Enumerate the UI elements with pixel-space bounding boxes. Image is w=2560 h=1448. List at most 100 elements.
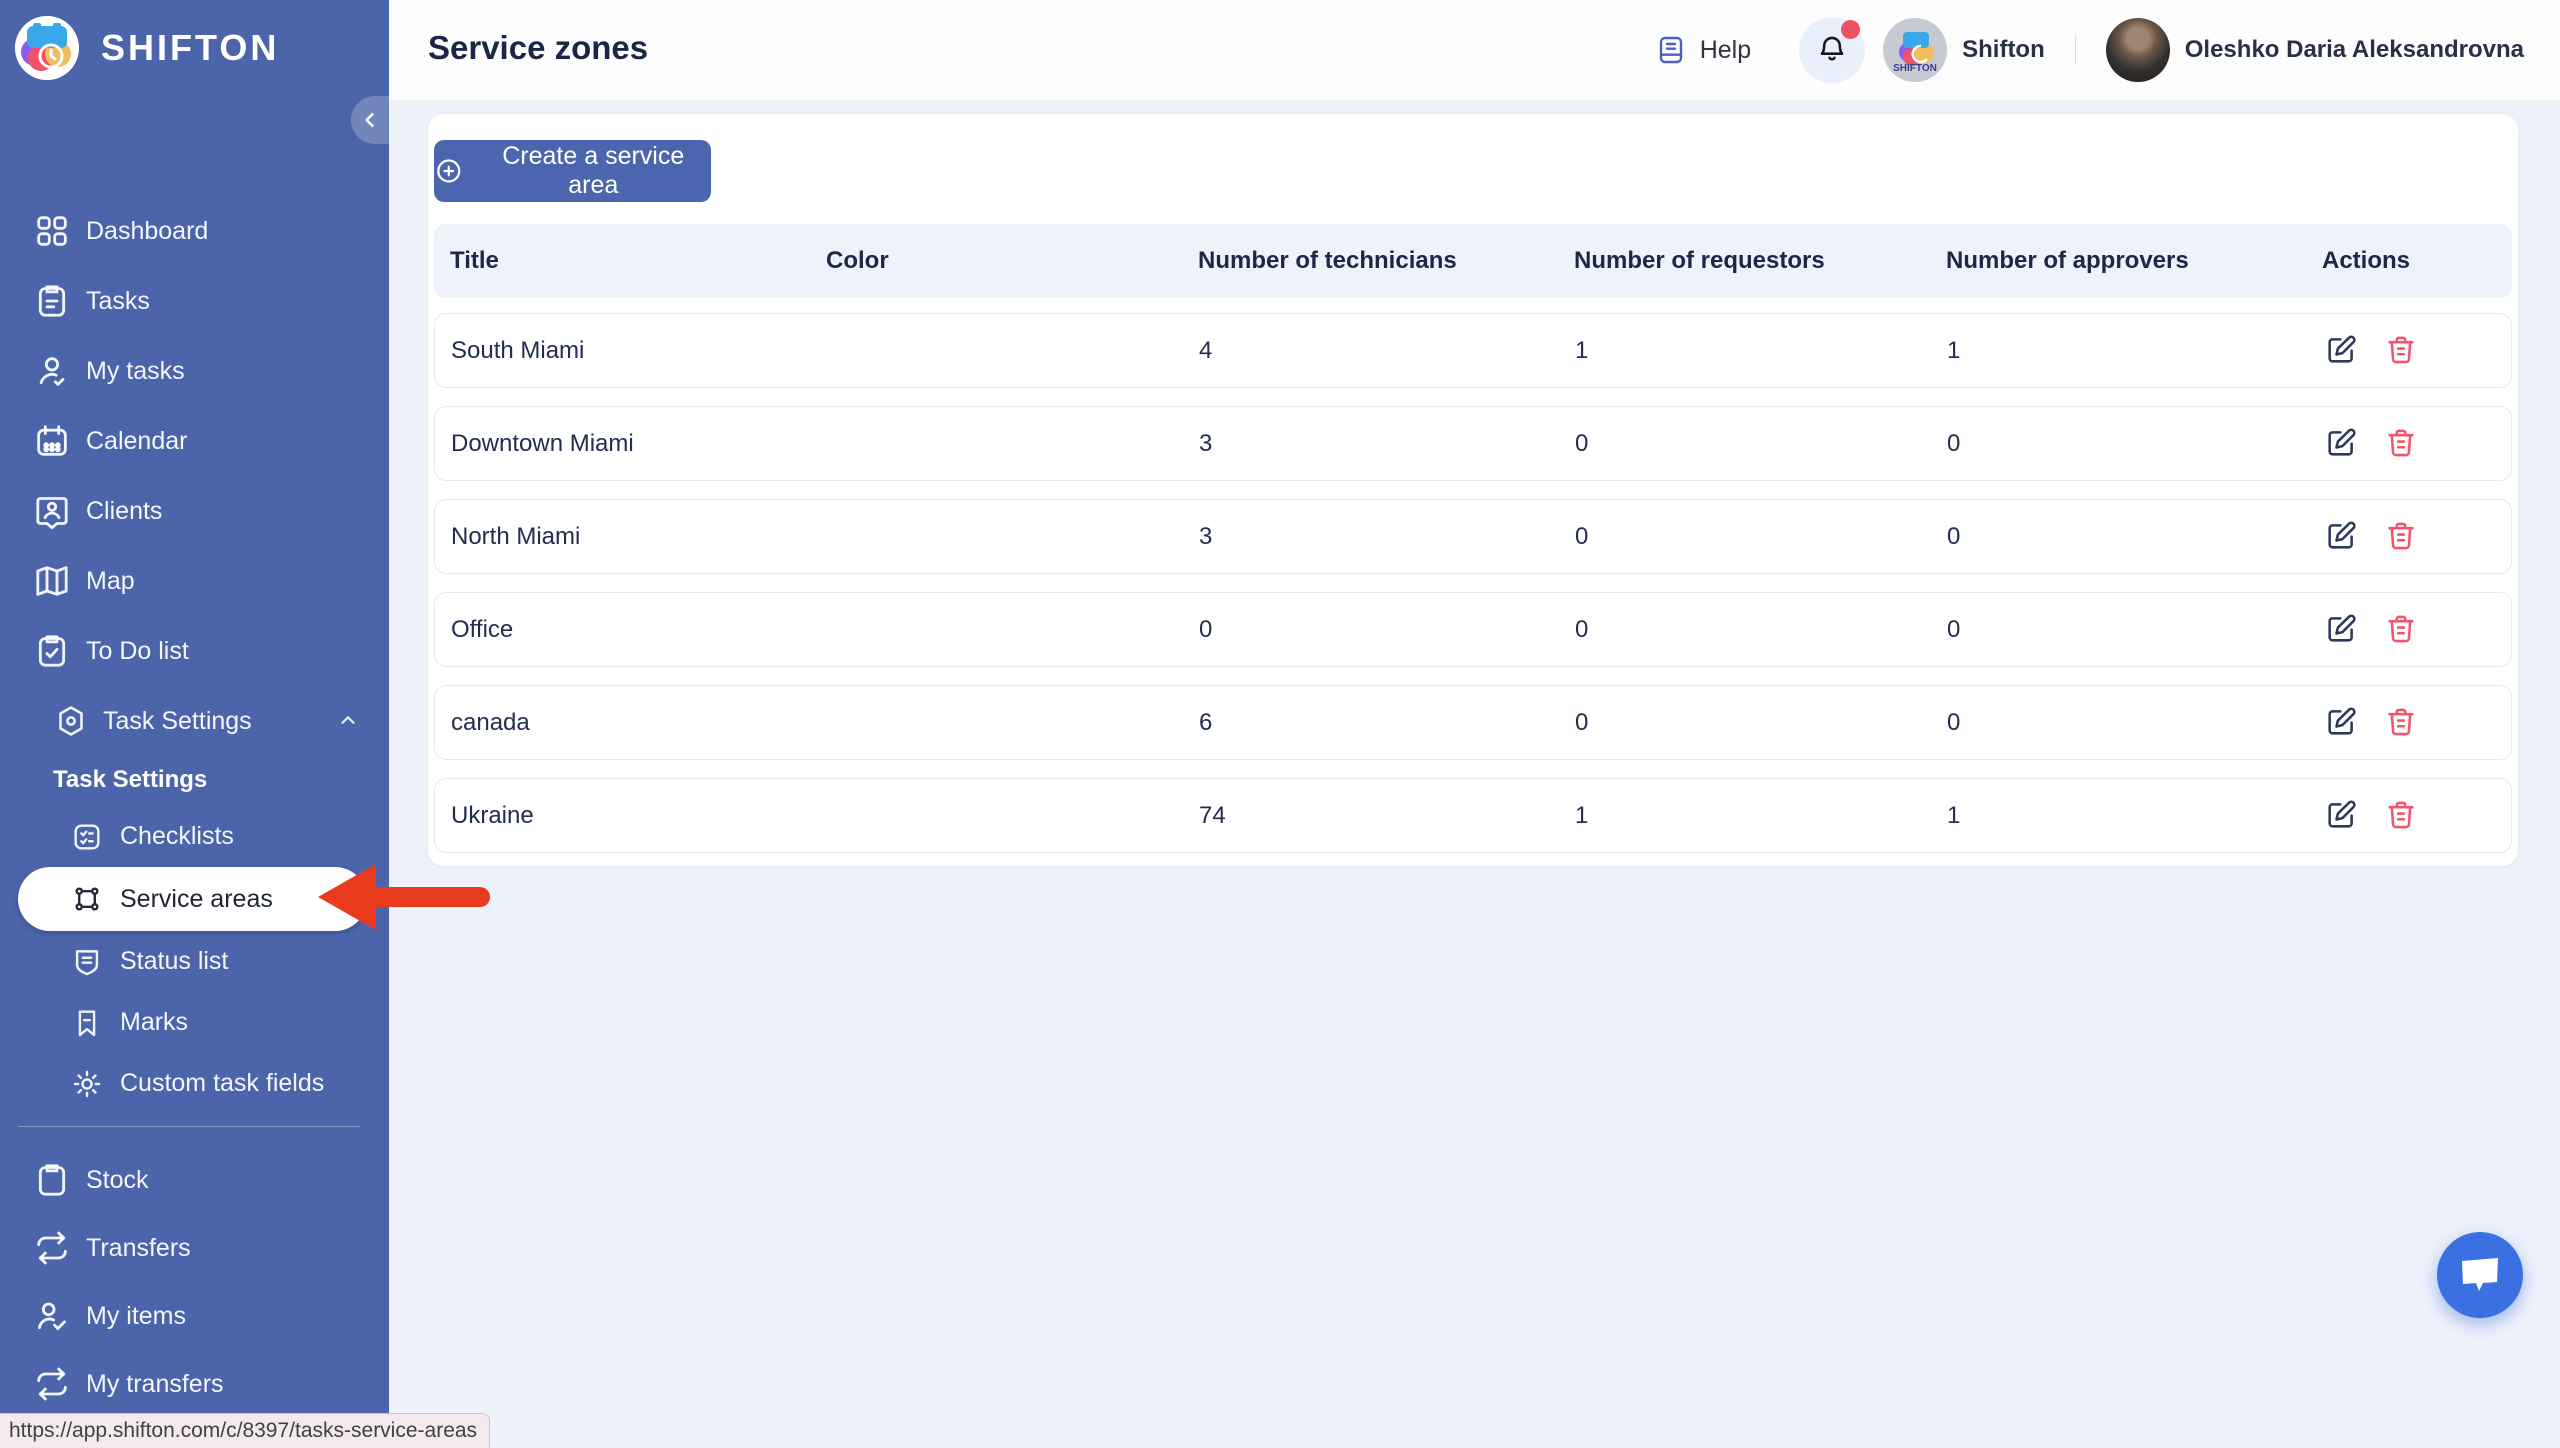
task-settings-section-label: Task Settings	[53, 766, 207, 794]
sidebar-item-my-transfers[interactable]: My transfers	[0, 1350, 389, 1418]
help-button[interactable]: Help	[1655, 34, 1751, 66]
delete-zone-button[interactable]	[2383, 519, 2419, 555]
delete-zone-button[interactable]	[2383, 705, 2419, 741]
sidebar-item-label: Task Settings	[103, 707, 252, 736]
cell-actions	[2323, 519, 2511, 555]
user-menu[interactable]: Oleshko Daria Aleksandrovna	[2106, 18, 2524, 82]
chat-widget-button[interactable]	[2437, 1232, 2523, 1318]
page-title: Service zones	[428, 29, 648, 67]
sidebar-item-stock[interactable]: Stock	[0, 1146, 389, 1214]
calendar-icon	[32, 421, 72, 461]
tasks-icon	[32, 281, 72, 321]
column-header-title: Title	[450, 247, 826, 275]
cell-title: Downtown Miami	[451, 430, 827, 458]
sidebar-item-my-tasks[interactable]: My tasks	[0, 336, 389, 406]
sidebar-subitem-label: Service areas	[120, 885, 273, 914]
column-header-actions: Actions	[2322, 247, 2512, 275]
service-areas-icon	[70, 882, 104, 916]
sidebar-item-my-items[interactable]: My items	[0, 1282, 389, 1350]
trash-icon	[2384, 333, 2418, 367]
delete-zone-button[interactable]	[2383, 612, 2419, 648]
app-logo[interactable]: SHIFTON	[15, 16, 279, 80]
delete-zone-button[interactable]	[2383, 798, 2419, 834]
sidebar-collapse-button[interactable]	[351, 96, 389, 144]
edit-zone-button[interactable]	[2323, 705, 2359, 741]
sidebar-item-label: My transfers	[86, 1370, 224, 1399]
topbar-divider	[2075, 35, 2076, 65]
company-avatar: SHIFTON	[1883, 18, 1947, 82]
edit-icon	[2324, 705, 2358, 739]
sidebar-subitem-service-areas[interactable]: Service areas	[18, 867, 367, 931]
chevron-left-icon	[360, 110, 380, 130]
cell-requestors: 0	[1575, 616, 1947, 644]
sidebar-item-todo-list[interactable]: To Do list	[0, 616, 389, 686]
sidebar-subitem-status-list[interactable]: Status list	[0, 931, 389, 992]
edit-icon	[2324, 612, 2358, 646]
task-settings-icon	[53, 703, 89, 739]
cell-approvers: 0	[1947, 616, 2323, 644]
edit-zone-button[interactable]	[2323, 333, 2359, 369]
trash-icon	[2384, 705, 2418, 739]
todo-list-icon	[32, 631, 72, 671]
cell-title: canada	[451, 709, 827, 737]
cell-technicians: 74	[1199, 802, 1575, 830]
delete-zone-button[interactable]	[2383, 426, 2419, 462]
link-preview-statusbar: https://app.shifton.com/c/8397/tasks-ser…	[0, 1413, 490, 1448]
cell-requestors: 0	[1575, 430, 1947, 458]
table-row: Office000	[434, 592, 2512, 667]
shifton-logo-icon	[15, 16, 79, 80]
stock-icon	[32, 1160, 72, 1200]
cell-actions	[2323, 798, 2511, 834]
user-avatar	[2106, 18, 2170, 82]
sidebar-subitem-label: Custom task fields	[120, 1069, 324, 1098]
marks-icon	[70, 1006, 104, 1040]
sidebar-item-label: To Do list	[86, 637, 189, 666]
sidebar-item-tasks[interactable]: Tasks	[0, 266, 389, 336]
column-header-technicians: Number of technicians	[1198, 247, 1574, 275]
cell-title: Office	[451, 616, 827, 644]
edit-icon	[2324, 426, 2358, 460]
sidebar-item-clients[interactable]: Clients	[0, 476, 389, 546]
status-list-icon	[70, 945, 104, 979]
delete-zone-button[interactable]	[2383, 333, 2419, 369]
edit-zone-button[interactable]	[2323, 426, 2359, 462]
cell-technicians: 0	[1199, 616, 1575, 644]
sidebar-subitem-checklists[interactable]: Checklists	[0, 806, 389, 867]
sidebar-item-map[interactable]: Map	[0, 546, 389, 616]
company-menu[interactable]: SHIFTON Shifton	[1883, 18, 2045, 82]
sidebar-item-label: Calendar	[86, 427, 187, 456]
edit-icon	[2324, 798, 2358, 832]
edit-zone-button[interactable]	[2323, 612, 2359, 648]
cell-requestors: 1	[1575, 337, 1947, 365]
sidebar-item-label: My items	[86, 1302, 186, 1331]
topbar: Service zones Help SHIFTON Shif	[389, 0, 2560, 100]
trash-icon	[2384, 426, 2418, 460]
edit-zone-button[interactable]	[2323, 798, 2359, 834]
sidebar-subitem-marks[interactable]: Marks	[0, 992, 389, 1053]
sidebar-item-task-settings[interactable]: Task Settings	[0, 686, 389, 756]
notifications-button[interactable]	[1799, 17, 1865, 83]
gear-icon	[70, 1067, 104, 1101]
create-service-area-label: Create a service area	[476, 142, 711, 200]
sidebar-item-transfers[interactable]: Transfers	[0, 1214, 389, 1282]
dashboard-icon	[32, 211, 72, 251]
service-zones-card: Create a service area Title Color Number…	[428, 114, 2518, 866]
svg-text:SHIFTON: SHIFTON	[1893, 63, 1937, 74]
edit-zone-button[interactable]	[2323, 519, 2359, 555]
cell-actions	[2323, 426, 2511, 462]
sidebar-subitem-custom-task-fields[interactable]: Custom task fields	[0, 1053, 389, 1114]
edit-icon	[2324, 519, 2358, 553]
help-book-icon	[1655, 34, 1687, 66]
create-service-area-button[interactable]: Create a service area	[434, 140, 711, 202]
cell-title: Ukraine	[451, 802, 827, 830]
cell-actions	[2323, 333, 2511, 369]
chat-bubble-icon	[2459, 1255, 2501, 1295]
sidebar-item-label: Transfers	[86, 1234, 191, 1263]
cell-color	[827, 709, 1199, 737]
sidebar-item-dashboard[interactable]: Dashboard	[0, 196, 389, 266]
sidebar-item-label: Tasks	[86, 287, 150, 316]
sidebar-item-calendar[interactable]: Calendar	[0, 406, 389, 476]
sidebar: SHIFTON Dashboard Tasks My tasks Calenda…	[0, 0, 389, 1448]
link-preview-url: https://app.shifton.com/c/8397/tasks-ser…	[9, 1419, 477, 1443]
map-icon	[32, 561, 72, 601]
